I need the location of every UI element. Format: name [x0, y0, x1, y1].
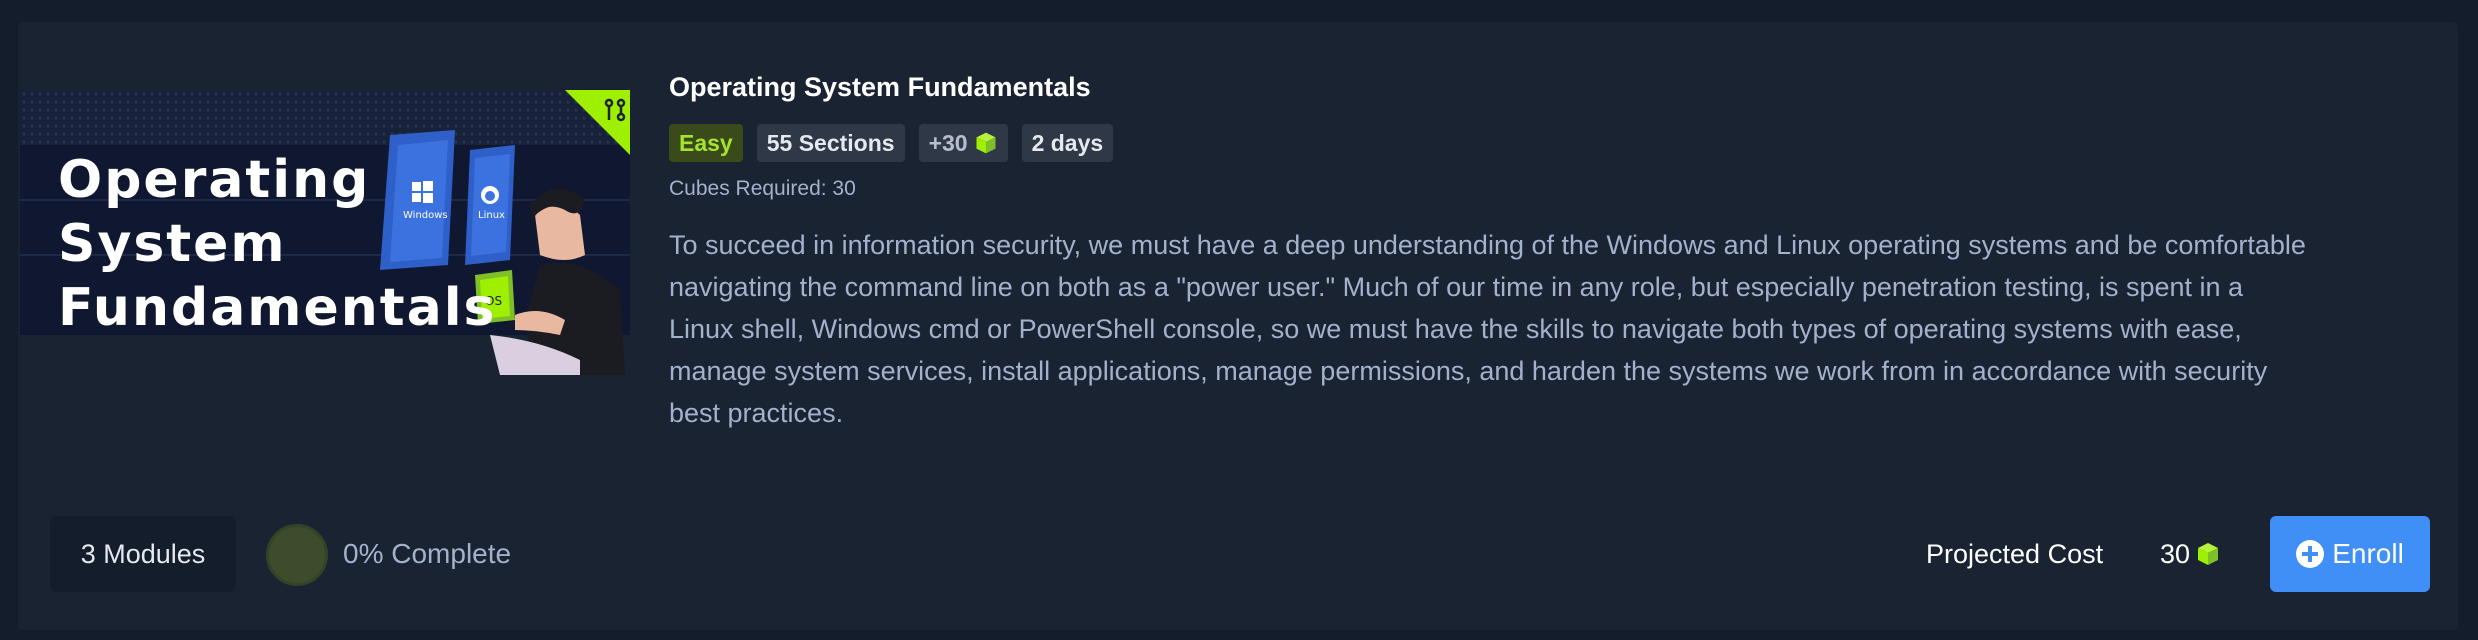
cost-amount: 30	[2160, 539, 2191, 569]
enroll-button[interactable]: Enroll	[2270, 516, 2430, 592]
difficulty-badge: Easy	[669, 124, 743, 162]
progress-ring	[266, 524, 328, 586]
sections-badge: 55 Sections	[756, 124, 905, 162]
progress-text: 0% Complete	[343, 538, 512, 569]
duration-badge: 2 days	[1021, 124, 1114, 162]
cube-reward-badge: +30	[918, 124, 1008, 162]
cube-icon	[2198, 543, 2219, 565]
cubes-required: Cubes Required: 30	[669, 177, 856, 200]
thumbnail-title: Operating System Fundamentals	[58, 150, 497, 338]
path-title[interactable]: Operating System Fundamentals	[669, 68, 2409, 106]
cube-icon	[975, 131, 997, 155]
enroll-label: Enroll	[2332, 538, 2404, 569]
plus-circle-icon	[2296, 540, 2325, 568]
cube-reward-value: +30	[928, 130, 968, 156]
projected-cost-value: 30	[2160, 534, 2220, 574]
badge-row: Easy 55 Sections +30 2 days	[669, 124, 2409, 162]
modules-count[interactable]: 3 Modules	[50, 516, 236, 592]
path-card: Windows Linux OS Operating System Fundam…	[18, 22, 2458, 630]
projected-cost-label: Projected Cost	[1926, 539, 2104, 569]
path-content: Operating System Fundamentals Easy 55 Se…	[669, 68, 2409, 434]
path-thumbnail[interactable]: Windows Linux OS Operating System Fundam…	[20, 90, 630, 375]
path-description: To succeed in information security, we m…	[669, 230, 2306, 428]
